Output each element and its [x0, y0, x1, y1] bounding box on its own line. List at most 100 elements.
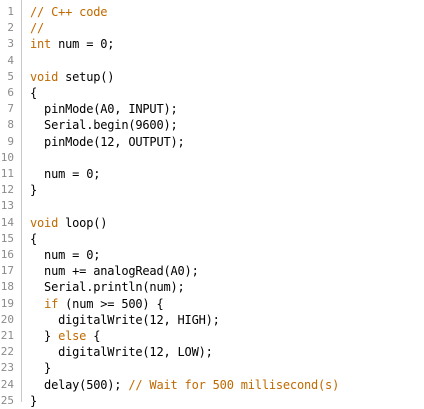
code-line[interactable]: 20 digitalWrite(12, HIGH); — [0, 312, 424, 328]
code-line[interactable]: 17 num += analogRead(A0); — [0, 263, 424, 279]
code-token: num += analogRead(A0); — [30, 264, 199, 279]
code-token: Serial.begin(9600); — [30, 118, 178, 133]
keyword-token: int — [30, 37, 52, 52]
code-text: { — [30, 85, 37, 101]
line-number: 10 — [0, 150, 14, 164]
code-token: (num >= 500) { — [58, 296, 164, 311]
code-token: delay(500); — [30, 377, 129, 392]
line-number: 21 — [0, 329, 14, 342]
code-text: // C++ code — [30, 4, 107, 20]
keyword-token: // Wait for 500 millisecond(s) — [128, 377, 340, 392]
code-text: void setup() — [30, 69, 115, 85]
line-number: 25 — [0, 393, 14, 407]
code-line[interactable]: 5 void setup() — [0, 69, 424, 85]
code-text: } — [30, 393, 37, 409]
code-token: digitalWrite(12, LOW); — [30, 345, 213, 360]
line-number: 22 — [0, 345, 14, 359]
code-text: delay(500); // Wait for 500 millisecond(… — [30, 377, 339, 393]
code-line[interactable]: 8 Serial.begin(9600); — [0, 117, 424, 133]
line-number: 17 — [0, 264, 14, 278]
code-text: digitalWrite(12, HIGH); — [30, 312, 220, 328]
code-token: { — [30, 86, 38, 100]
code-line[interactable]: 12} — [0, 182, 424, 198]
line-number: 8 — [7, 118, 14, 132]
line-number: 23 — [0, 361, 14, 375]
code-line[interactable]: 1 // C++ code — [0, 4, 424, 20]
code-token: digitalWrite(12, HIGH); — [30, 312, 220, 327]
code-text: Serial.begin(9600); — [30, 117, 178, 133]
line-number: 5 — [7, 69, 14, 83]
code-editor[interactable]: 1 // C++ code 2 // 3 int num = 0; 4 5 void setup… — [0, 0, 424, 408]
code-text: Serial.println(num); — [30, 279, 185, 295]
code-line[interactable]: 6{ — [0, 85, 424, 101]
code-token: pinMode(A0, INPUT); — [30, 102, 178, 117]
code-token: } — [30, 361, 52, 376]
keyword-token: // C++ code — [30, 5, 108, 19]
code-line[interactable]: 21 } else { — [0, 328, 424, 344]
code-token: Serial.println(num); — [30, 280, 185, 295]
code-line[interactable]: 24 delay(500); // Wait for 500 milliseco… — [0, 377, 424, 393]
code-line[interactable]: 7 pinMode(A0, INPUT); — [0, 101, 424, 117]
code-line[interactable]: 13 — [0, 198, 424, 214]
code-token: { — [86, 329, 101, 343]
code-line[interactable]: 16 num = 0; — [0, 247, 424, 263]
code-line[interactable]: 10 — [0, 150, 424, 166]
code-token: setup() — [58, 69, 115, 84]
code-text: { — [30, 231, 37, 247]
line-number: 13 — [0, 199, 14, 213]
code-text: int num = 0; — [30, 36, 115, 52]
line-number: 24 — [0, 377, 14, 391]
code-line[interactable]: 11 num = 0; — [0, 166, 424, 182]
code-line[interactable]: 3 int num = 0; — [0, 36, 424, 52]
code-text: } else { — [30, 328, 100, 344]
code-line[interactable]: 9 pinMode(12, OUTPUT); — [0, 134, 424, 150]
code-text: } — [30, 360, 51, 376]
code-token: loop() — [58, 215, 108, 230]
code-text: } — [30, 182, 37, 198]
code-line[interactable]: 22 digitalWrite(12, LOW); — [0, 344, 424, 360]
keyword-token: void — [30, 69, 59, 84]
line-number: 16 — [0, 248, 14, 261]
line-number: 18 — [0, 280, 14, 294]
code-token: } — [30, 183, 38, 198]
code-text: pinMode(12, OUTPUT); — [30, 134, 185, 150]
line-number: 20 — [0, 312, 14, 326]
code-token: num = 0; — [51, 37, 115, 52]
code-text: num = 0; — [30, 247, 100, 263]
keyword-token: void — [30, 215, 59, 230]
code-token: { — [30, 231, 38, 246]
code-line[interactable]: 14 void loop() — [0, 215, 424, 231]
keyword-token: else — [58, 329, 87, 343]
code-line[interactable]: 15 { — [0, 231, 424, 247]
line-number: 4 — [7, 53, 14, 67]
code-token: num = 0; — [30, 167, 101, 181]
code-line[interactable]: 18 Serial.println(num); — [0, 279, 424, 295]
keyword-token: // — [30, 21, 45, 36]
line-number: 19 — [0, 296, 14, 310]
line-number: 9 — [7, 134, 14, 148]
code-token: num = 0; — [30, 248, 101, 262]
line-number: 7 — [7, 102, 14, 116]
code-line[interactable]: 2 // — [0, 20, 424, 36]
line-number: 2 — [7, 21, 14, 35]
line-number: 3 — [7, 37, 14, 51]
line-number: 1 — [7, 5, 14, 18]
code-line[interactable]: 19 if (num >= 500) { — [0, 296, 424, 312]
code-text: void loop() — [30, 215, 107, 231]
code-token: } — [30, 393, 38, 408]
code-token: } — [30, 329, 59, 343]
code-line[interactable]: 4 — [0, 53, 424, 69]
code-token: pinMode(12, OUTPUT); — [30, 134, 185, 149]
code-text: num = 0; — [30, 166, 100, 182]
line-number: 14 — [0, 215, 14, 229]
code-line[interactable]: 23 } — [0, 360, 424, 376]
keyword-token: if — [44, 296, 59, 311]
code-text: // — [30, 20, 44, 36]
code-text: pinMode(A0, INPUT); — [30, 101, 178, 117]
line-number: 11 — [0, 167, 14, 180]
code-line[interactable]: 25} — [0, 393, 424, 409]
line-number: 15 — [0, 231, 14, 245]
line-number: 12 — [0, 183, 14, 197]
code-text: digitalWrite(12, LOW); — [30, 344, 213, 360]
